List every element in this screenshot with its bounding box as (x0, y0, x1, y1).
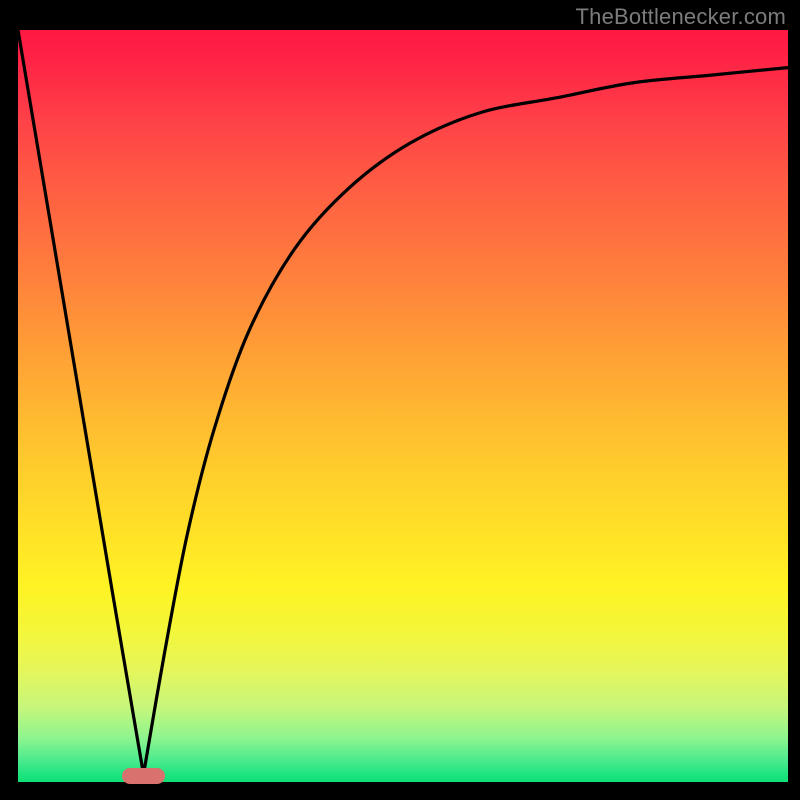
attribution-text: TheBottlenecker.com (576, 4, 786, 30)
curve-path (18, 30, 788, 774)
bottleneck-curve (18, 30, 788, 782)
optimal-marker (122, 768, 166, 784)
plot-area (18, 30, 788, 782)
